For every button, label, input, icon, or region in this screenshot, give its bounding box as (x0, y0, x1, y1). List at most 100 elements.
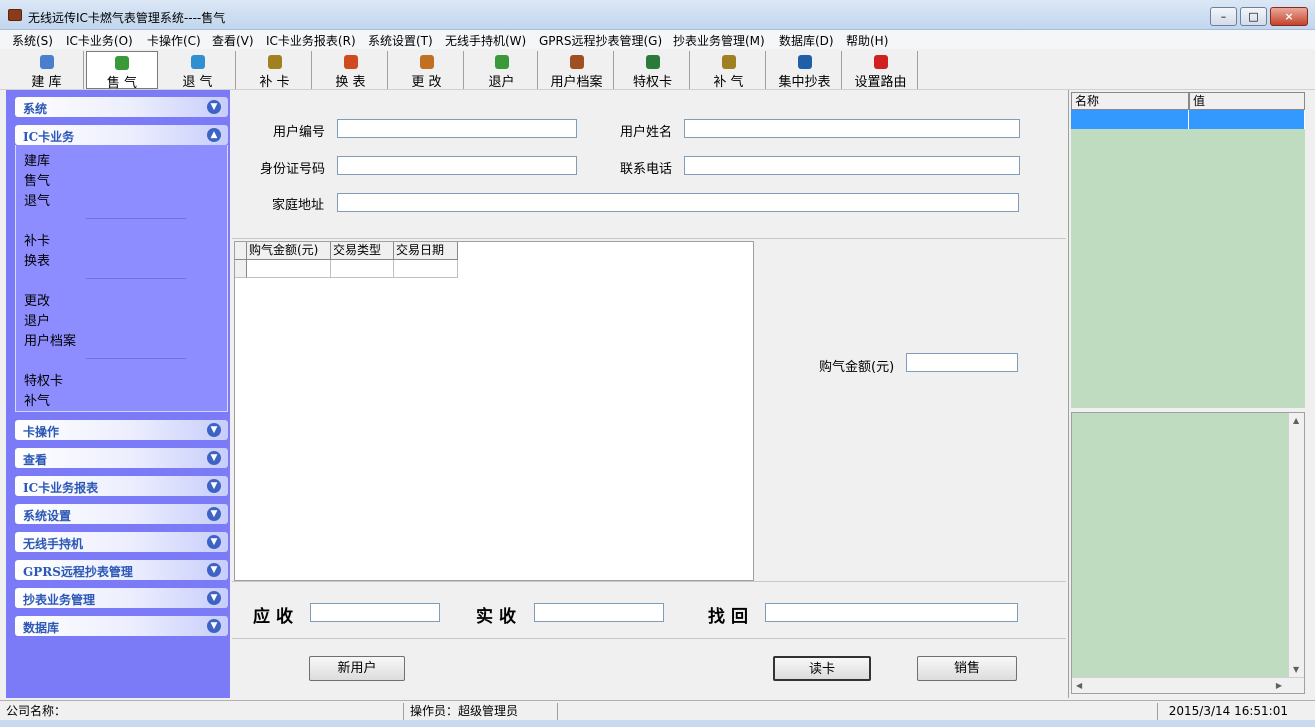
menu-ic-business[interactable]: IC卡业务(O) (66, 32, 133, 49)
toolbar-label: 特权卡 (632, 75, 672, 90)
grid-header-date[interactable]: 交易日期 (394, 242, 458, 260)
toolbar-cancel-account-button[interactable]: 退户 (466, 51, 538, 90)
nav-section-meter-reading[interactable]: 抄表业务管理 ▼ (15, 588, 228, 608)
nav-item-privilege-card[interactable]: 特权卡 (24, 370, 63, 389)
close-button[interactable]: × (1270, 7, 1308, 26)
users-icon (419, 55, 434, 69)
id-card-label: 身份证号码 (260, 162, 326, 177)
id-card-field[interactable] (337, 156, 577, 175)
property-selected-row-name[interactable] (1071, 110, 1189, 129)
toolbar-replace-meter-button[interactable]: 换 表 (314, 51, 388, 90)
toolbar-user-records-button[interactable]: 用户档案 (540, 51, 614, 90)
read-card-button[interactable]: 读卡 (773, 656, 871, 681)
nav-item-user-records[interactable]: 用户档案 (24, 330, 76, 349)
scroll-right-icon[interactable]: ▶ (1276, 681, 1282, 690)
phone-label: 联系电话 (620, 162, 673, 177)
nav-section-system[interactable]: 系统 ▼ (15, 97, 228, 117)
nav-item-supplement-gas[interactable]: 补气 (24, 390, 50, 409)
toolbar-set-route-button[interactable]: 设置路由 (844, 51, 918, 90)
chevron-down-icon[interactable]: ▼ (207, 591, 221, 605)
property-panel: 名称 值 ▲ ▼ ◀ ▶ (1068, 90, 1308, 698)
menu-ic-report[interactable]: IC卡业务报表(R) (266, 32, 356, 49)
nav-item-cancel-account[interactable]: 退户 (24, 310, 50, 329)
new-user-button[interactable]: 新用户 (309, 656, 405, 681)
nav-item-replace-meter[interactable]: 换表 (24, 250, 50, 269)
toolbar-modify-button[interactable]: 更 改 (390, 51, 464, 90)
menu-meter-reading[interactable]: 抄表业务管理(M) (673, 32, 765, 49)
nav-item-refund-gas[interactable]: 退气 (24, 190, 50, 209)
toolbar-centralized-reading-button[interactable]: 集中抄表 (768, 51, 842, 90)
vertical-scrollbar[interactable]: ▲ ▼ (1288, 413, 1304, 677)
nav-section-database[interactable]: 数据库 ▼ (15, 616, 228, 636)
grid-cell[interactable] (394, 260, 458, 278)
chevron-down-icon[interactable]: ▼ (207, 507, 221, 521)
nav-section-ic-report[interactable]: IC卡业务报表 ▼ (15, 476, 228, 496)
chevron-down-icon[interactable]: ▼ (207, 479, 221, 493)
sell-button[interactable]: 销售 (917, 656, 1017, 681)
nav-section-handheld[interactable]: 无线手持机 ▼ (15, 532, 228, 552)
menu-handheld[interactable]: 无线手持机(W) (445, 32, 526, 49)
grid-row-selector[interactable] (235, 260, 247, 278)
transaction-grid[interactable]: 购气金额(元) 交易类型 交易日期 (234, 241, 754, 581)
nav-item-reissue-card[interactable]: 补卡 (24, 230, 50, 249)
house-icon (115, 56, 129, 70)
nav-separator (86, 358, 186, 359)
toolbar-label: 补 气 (713, 75, 744, 90)
wand-icon (721, 55, 736, 69)
user-name-field[interactable] (684, 119, 1020, 138)
toolbar-refund-gas-button[interactable]: 退 气 (160, 51, 236, 90)
menu-help[interactable]: 帮助(H) (846, 32, 888, 49)
toolbar-supplement-gas-button[interactable]: 补 气 (692, 51, 766, 90)
change-field[interactable] (765, 603, 1018, 622)
amount-received-field[interactable] (534, 603, 664, 622)
phone-field[interactable] (684, 156, 1020, 175)
grid-cell[interactable] (247, 260, 331, 278)
grid-cell[interactable] (331, 260, 394, 278)
chevron-down-icon[interactable]: ▼ (207, 619, 221, 633)
chevron-up-icon[interactable]: ▲ (207, 128, 221, 142)
menu-system[interactable]: 系统(S) (12, 32, 53, 49)
toolbar-reissue-card-button[interactable]: 补 卡 (238, 51, 312, 90)
grid-header-type[interactable]: 交易类型 (331, 242, 394, 260)
menu-settings[interactable]: 系统设置(T) (368, 32, 433, 49)
menu-card-ops[interactable]: 卡操作(C) (147, 32, 201, 49)
nav-section-gprs[interactable]: GPRS远程抄表管理 ▼ (15, 560, 228, 580)
horizontal-scrollbar[interactable]: ◀ ▶ (1072, 677, 1304, 693)
grid-header-amount[interactable]: 购气金额(元) (247, 242, 331, 260)
chevron-down-icon[interactable]: ▼ (207, 451, 221, 465)
minimize-button[interactable]: – (1210, 7, 1237, 26)
menu-view[interactable]: 查看(V) (212, 32, 254, 49)
user-id-field[interactable] (337, 119, 577, 138)
purchase-amount-field[interactable] (906, 353, 1018, 372)
nav-item-modify[interactable]: 更改 (24, 290, 50, 309)
nav-section-label: 系统设置 (23, 509, 72, 523)
address-field[interactable] (337, 193, 1019, 212)
chevron-down-icon[interactable]: ▼ (207, 563, 221, 577)
nav-section-label: 抄表业务管理 (23, 593, 96, 607)
toolbar-label: 设置路由 (854, 75, 907, 90)
property-grid[interactable]: 名称 值 (1071, 92, 1305, 408)
amount-due-field[interactable] (310, 603, 440, 622)
nav-section-settings[interactable]: 系统设置 ▼ (15, 504, 228, 524)
property-selected-row-value[interactable] (1189, 110, 1305, 129)
nav-section-view[interactable]: 查看 ▼ (15, 448, 228, 468)
chevron-down-icon[interactable]: ▼ (207, 100, 221, 114)
nav-item-build-db[interactable]: 建库 (24, 150, 50, 169)
nav-section-card-ops[interactable]: 卡操作 ▼ (15, 420, 228, 440)
scroll-up-icon[interactable]: ▲ (1293, 416, 1299, 425)
chevron-down-icon[interactable]: ▼ (207, 423, 221, 437)
nav-item-sell-gas[interactable]: 售气 (24, 170, 50, 189)
nav-section-ic-business[interactable]: IC卡业务 ▲ (15, 125, 228, 145)
scroll-left-icon[interactable]: ◀ (1076, 681, 1082, 690)
toolbar-privilege-card-button[interactable]: 特权卡 (616, 51, 690, 90)
menu-database[interactable]: 数据库(D) (779, 32, 834, 49)
left-nav-panel: 系统 ▼ IC卡业务 ▲ 建库 售气 退气 补卡 换表 更改 退户 用户档案 特… (6, 90, 230, 698)
toolbar-build-db-button[interactable]: 建 库 (10, 51, 84, 90)
chevron-down-icon[interactable]: ▼ (207, 535, 221, 549)
maximize-button[interactable]: □ (1240, 7, 1267, 26)
scroll-down-icon[interactable]: ▼ (1293, 665, 1299, 674)
menu-gprs[interactable]: GPRS远程抄表管理(G) (539, 32, 662, 49)
toolbar-sell-gas-button[interactable]: 售 气 (86, 51, 158, 91)
property-value-header[interactable]: 值 (1189, 92, 1305, 110)
property-name-header[interactable]: 名称 (1071, 92, 1189, 110)
